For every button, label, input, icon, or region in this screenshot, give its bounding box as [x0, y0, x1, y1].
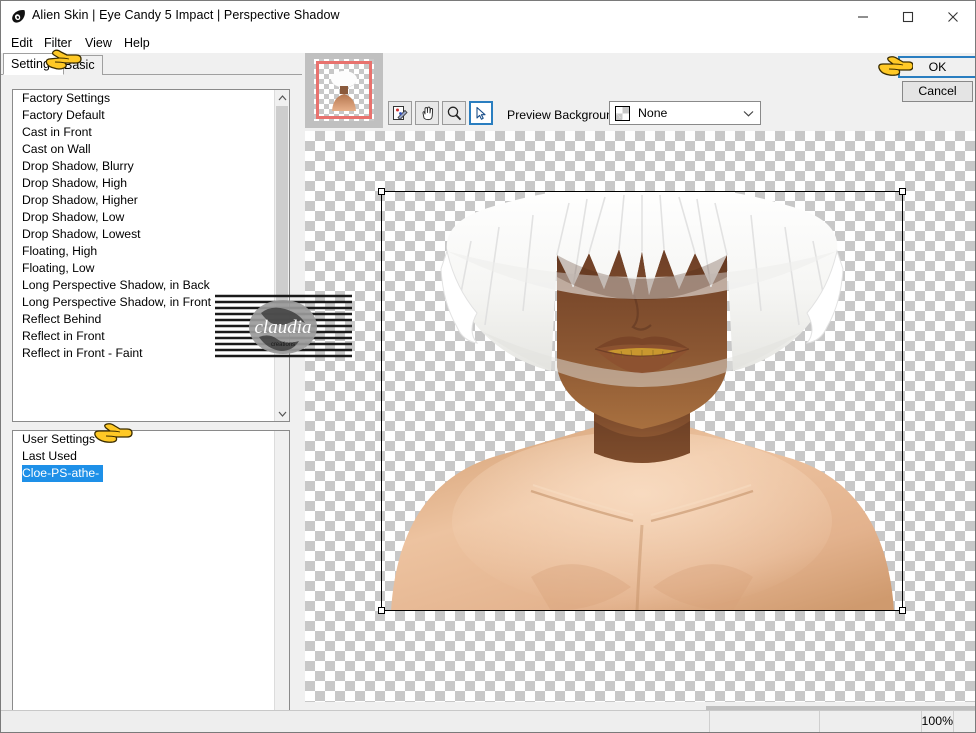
minimize-icon[interactable] [840, 1, 885, 32]
list-item[interactable]: Cast in Front [13, 124, 274, 141]
list-item[interactable]: Last Used [13, 448, 274, 465]
preview-canvas[interactable] [305, 131, 975, 702]
arrow-select-tool[interactable] [469, 101, 493, 125]
status-separator [819, 711, 820, 732]
maximize-icon[interactable] [885, 1, 930, 32]
list-item[interactable]: Drop Shadow, Blurry [13, 158, 274, 175]
list-item[interactable]: Drop Shadow, High [13, 175, 274, 192]
zoom-level: 100% [921, 714, 953, 728]
scrollbar-thumb[interactable] [276, 106, 288, 348]
user-list-scrollbar[interactable] [274, 431, 289, 711]
list-item[interactable]: Long Perspective Shadow, in Back [13, 277, 274, 294]
transparency-swatch-icon [615, 106, 630, 121]
factory-settings-listbox[interactable]: Factory Settings Factory Default Cast in… [12, 89, 290, 422]
list-item[interactable]: Long Perspective Shadow, in Front [13, 294, 274, 311]
thumbnail-selection-rect[interactable] [316, 61, 372, 119]
list-item-selected[interactable]: Cloe-PS-athe- [22, 465, 104, 482]
preview-toolbar [388, 101, 493, 125]
zoom-tool[interactable] [442, 101, 466, 125]
list-item[interactable]: Reflect in Front - Faint [13, 345, 274, 362]
list-item[interactable]: Drop Shadow, Low [13, 209, 274, 226]
menu-item-edit[interactable]: Edit [7, 35, 37, 51]
preview-background-select[interactable]: None [609, 101, 761, 125]
window-title: Alien Skin | Eye Candy 5 Impact | Perspe… [32, 8, 340, 22]
cancel-button[interactable]: Cancel [902, 81, 973, 102]
menu-bar: Edit Filter View Help [1, 32, 975, 53]
window-controls [840, 1, 975, 32]
menu-item-help[interactable]: Help [120, 35, 154, 51]
close-icon[interactable] [930, 1, 975, 32]
factory-list-scrollbar[interactable] [274, 90, 289, 421]
menu-item-view[interactable]: View [81, 35, 116, 51]
list-item[interactable]: Reflect in Front [13, 328, 274, 345]
navigator-thumbnail[interactable] [305, 53, 383, 128]
pointing-hand-cursor-ok [877, 56, 914, 83]
list-item[interactable]: Floating, High [13, 243, 274, 260]
preview-panel: Preview Background: None [302, 53, 975, 710]
user-settings-listbox[interactable]: User Settings Last Used Cloe-PS-athe- [12, 430, 290, 712]
chevron-up-icon[interactable] [275, 90, 289, 105]
factory-settings-rows: Factory Settings Factory Default Cast in… [13, 90, 274, 421]
color-picker-tool[interactable] [388, 101, 412, 125]
title-bar: Alien Skin | Eye Candy 5 Impact | Perspe… [1, 1, 975, 32]
list-item[interactable]: Drop Shadow, Higher [13, 192, 274, 209]
alienskin-logo-icon [10, 8, 27, 25]
list-item[interactable]: Floating, Low [13, 260, 274, 277]
preview-image [381, 191, 903, 611]
user-settings-rows: User Settings Last Used Cloe-PS-athe- [13, 431, 274, 711]
status-separator [953, 711, 954, 732]
chevron-down-icon[interactable] [743, 109, 754, 120]
preview-background-label: Preview Background: [507, 108, 624, 122]
list-item-row-selected: Cloe-PS-athe- [13, 465, 274, 482]
list-header-user: User Settings [22, 432, 96, 446]
pointing-hand-cursor-user-setting [93, 422, 133, 449]
application-window: Alien Skin | Eye Candy 5 Impact | Perspe… [0, 0, 976, 733]
status-separator [709, 711, 710, 732]
list-header-factory: Factory Settings [22, 91, 111, 105]
chevron-down-icon[interactable] [275, 406, 289, 421]
pointing-hand-cursor-filter [43, 45, 83, 76]
status-bar: 100% [1, 710, 975, 732]
list-item[interactable]: Reflect Behind [13, 311, 274, 328]
preview-background-value: None [638, 106, 668, 120]
hand-tool[interactable] [415, 101, 439, 125]
list-item[interactable]: Cast on Wall [13, 141, 274, 158]
list-item[interactable]: Factory Default [13, 107, 274, 124]
settings-panel: Settings Basic Factory Settings Factory … [1, 53, 302, 732]
list-item[interactable]: Drop Shadow, Lowest [13, 226, 274, 243]
